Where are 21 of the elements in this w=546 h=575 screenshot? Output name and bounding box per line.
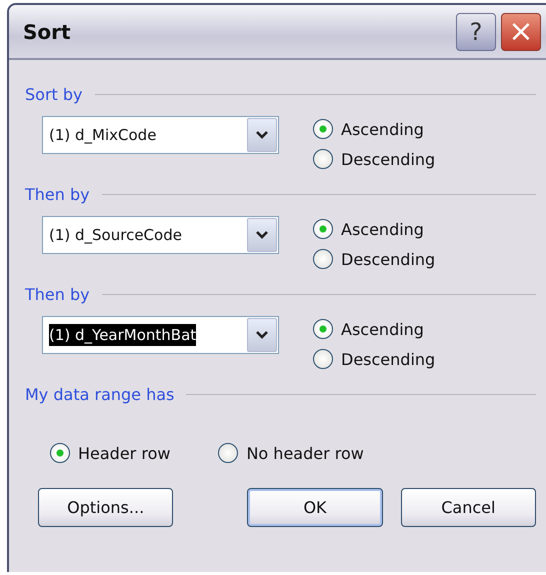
sort-order-radio[interactable]: Ascending <box>313 319 436 339</box>
group-heading: My data range has <box>25 384 174 404</box>
sort-order-radio[interactable]: Descending <box>313 349 436 369</box>
column-dropdown[interactable]: (1) d_YearMonthBat <box>42 316 279 354</box>
dialog-button[interactable]: Options... <box>38 488 174 527</box>
sort-order-radio[interactable]: Ascending <box>313 119 436 139</box>
window-title: Sort <box>23 20 71 44</box>
sort-order-radio[interactable]: Descending <box>313 249 436 269</box>
header-option-radio[interactable]: Header row <box>50 426 170 480</box>
close-button[interactable]: × <box>501 12 541 50</box>
sort-order-radio[interactable]: Descending <box>313 149 436 169</box>
column-dropdown[interactable]: (1) d_SourceCode <box>42 216 279 254</box>
column-dropdown[interactable]: (1) d_MixCode <box>42 116 279 154</box>
group-heading: Then by <box>25 284 90 304</box>
sort-order-radio[interactable]: Ascending <box>313 219 436 239</box>
group-heading: Then by <box>25 184 90 204</box>
dialog-button[interactable]: Cancel <box>400 488 536 527</box>
group-heading: Sort by <box>25 84 83 104</box>
help-button[interactable]: ? <box>456 12 496 50</box>
dialog-button[interactable]: OK <box>247 488 383 527</box>
header-option-radio[interactable]: No header row <box>218 426 364 480</box>
